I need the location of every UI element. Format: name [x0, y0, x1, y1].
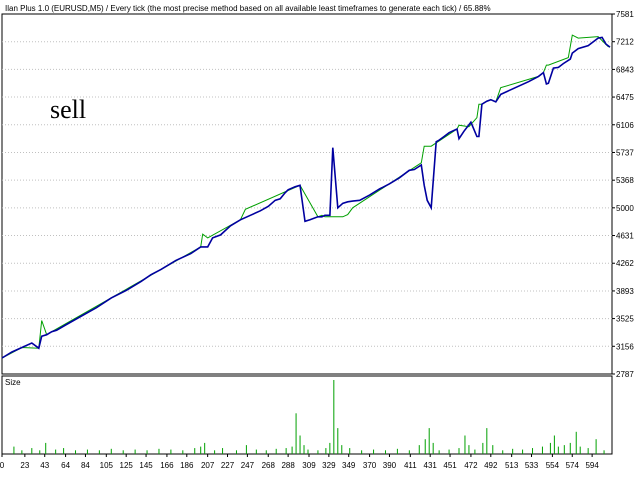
strategy-tester-report: Ilan Plus 1.0 (EURUSD,M5) / Every tick (… — [0, 0, 640, 480]
x-tick-label: 227 — [221, 461, 235, 470]
x-tick-label: 145 — [139, 461, 153, 470]
x-tick-label: 349 — [342, 461, 356, 470]
charts-svg: 7581 7212 6843 6475 6106 5737 5368 5000 4631 4262… — [0, 10, 634, 470]
balance-line — [1, 36, 611, 359]
x-tick-label: 64 — [61, 461, 70, 470]
x-tick-label: 84 — [81, 461, 90, 470]
x-tick-label: 370 — [363, 461, 377, 470]
x-tick-label: 451 — [443, 461, 457, 470]
y-tick-label: 3156 — [616, 342, 634, 351]
y-tick-label: 5368 — [616, 176, 634, 185]
x-tick-label: 247 — [241, 461, 255, 470]
x-tick-label: 513 — [505, 461, 519, 470]
x-tick-label: 309 — [302, 461, 316, 470]
x-tick-label: 207 — [201, 461, 215, 470]
size-chart: 0 23 43 64 84 105 125 145 166 186 207 227 247 268 288 3… — [0, 375, 613, 470]
x-tick-label: 23 — [20, 461, 29, 470]
x-tick-label: 0 — [0, 461, 5, 470]
x-tick-label: 554 — [546, 461, 560, 470]
size-plot-frame — [1, 375, 613, 455]
direction-label: sell — [50, 95, 87, 124]
y-tick-label: 7581 — [616, 10, 634, 19]
x-tick-label: 43 — [40, 461, 49, 470]
y-tick-label: 6475 — [616, 93, 634, 102]
y-tick-label: 3893 — [616, 287, 634, 296]
x-tick-label: 431 — [424, 461, 438, 470]
y-tick-label: 5737 — [616, 148, 634, 157]
main-plot-frame — [1, 13, 613, 375]
x-tick-label: 390 — [383, 461, 397, 470]
balance-chart: 7581 7212 6843 6475 6106 5737 5368 5000 4631 4262… — [1, 10, 634, 379]
y-tick-label: 5000 — [616, 204, 634, 213]
x-tick-label: 166 — [160, 461, 174, 470]
x-tick-label: 574 — [566, 461, 580, 470]
y-tick-label: 6843 — [616, 65, 634, 74]
x-tick-label: 105 — [100, 461, 114, 470]
x-tick-label: 492 — [484, 461, 498, 470]
y-tick-label: 4631 — [616, 232, 634, 241]
y-tick-label: 3525 — [616, 315, 634, 324]
x-tick-label: 594 — [585, 461, 599, 470]
x-tick-label: 533 — [525, 461, 539, 470]
x-tick-label: 268 — [262, 461, 276, 470]
y-tick-label: 2787 — [616, 370, 634, 379]
x-tick-label: 125 — [120, 461, 134, 470]
x-tick-label: 186 — [180, 461, 194, 470]
x-tick-label: 411 — [404, 461, 417, 470]
y-tick-label: 7212 — [616, 38, 634, 47]
y-tick-label: 4262 — [616, 259, 634, 268]
y-tick-label: 6106 — [616, 121, 634, 130]
x-tick-label: 288 — [281, 461, 295, 470]
size-panel-label: Size — [5, 378, 21, 387]
x-tick-label: 472 — [464, 461, 478, 470]
x-tick-label: 329 — [322, 461, 336, 470]
